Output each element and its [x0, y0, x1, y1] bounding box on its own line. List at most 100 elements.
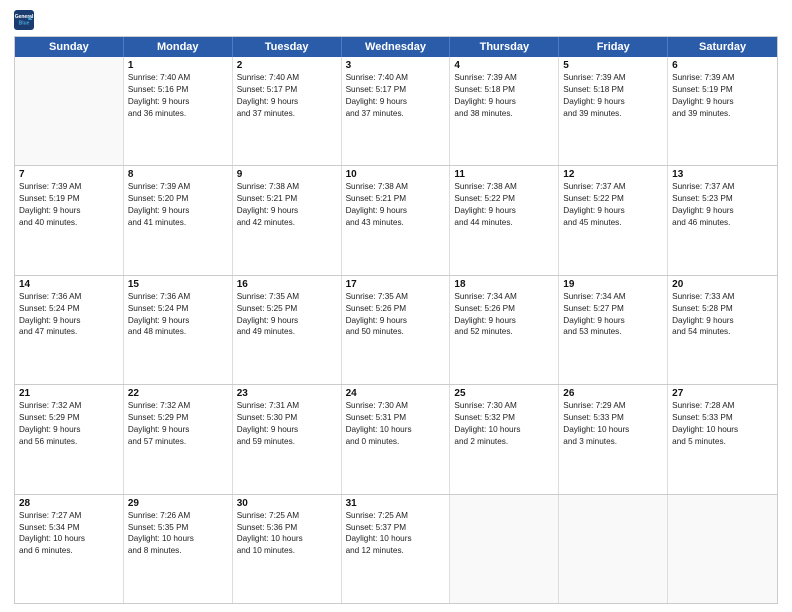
- cal-cell: 4Sunrise: 7:39 AMSunset: 5:18 PMDaylight…: [450, 57, 559, 165]
- cell-line: Daylight: 9 hours: [19, 424, 119, 436]
- cell-line: Sunset: 5:32 PM: [454, 412, 554, 424]
- day-number: 4: [454, 60, 554, 71]
- cell-line: Sunrise: 7:35 AM: [346, 291, 446, 303]
- cell-line: Sunrise: 7:37 AM: [672, 181, 773, 193]
- cell-line: Sunrise: 7:34 AM: [454, 291, 554, 303]
- cell-line: Daylight: 9 hours: [454, 315, 554, 327]
- cell-line: and 12 minutes.: [346, 545, 446, 557]
- cal-cell: 20Sunrise: 7:33 AMSunset: 5:28 PMDayligh…: [668, 276, 777, 384]
- cell-line: Sunrise: 7:38 AM: [237, 181, 337, 193]
- cell-line: Sunset: 5:24 PM: [19, 303, 119, 315]
- cell-line: and 49 minutes.: [237, 326, 337, 338]
- cell-line: Sunset: 5:30 PM: [237, 412, 337, 424]
- cell-line: Sunset: 5:18 PM: [454, 84, 554, 96]
- week-row-5: 28Sunrise: 7:27 AMSunset: 5:34 PM Dayligh…: [15, 495, 777, 603]
- day-number: 10: [346, 169, 446, 180]
- cell-line: Sunset: 5:17 PM: [346, 84, 446, 96]
- cell-line: Sunrise: 7:26 AM: [128, 510, 228, 522]
- cell-line: and 3 minutes.: [563, 436, 663, 448]
- cell-line: and 37 minutes.: [237, 108, 337, 120]
- cell-line: and 8 minutes.: [128, 545, 228, 557]
- cell-line: Daylight: 9 hours: [128, 424, 228, 436]
- cal-cell: 29Sunrise: 7:26 AMSunset: 5:35 PMDayligh…: [124, 495, 233, 603]
- cell-line: Daylight: 9 hours: [563, 96, 663, 108]
- cell-line: Sunrise: 7:29 AM: [563, 400, 663, 412]
- day-number: 27: [672, 388, 773, 399]
- cell-line: Daylight: 9 hours: [346, 96, 446, 108]
- cell-line: and 40 minutes.: [19, 217, 119, 229]
- day-number: 26: [563, 388, 663, 399]
- cell-line: Sunset: 5:23 PM: [672, 193, 773, 205]
- day-number: 18: [454, 279, 554, 290]
- header-cell-monday: Monday: [124, 37, 233, 57]
- cal-cell: 28Sunrise: 7:27 AMSunset: 5:34 PMDayligh…: [15, 495, 124, 603]
- calendar-header: SundayMondayTuesdayWednesdayThursdayFrid…: [15, 37, 777, 57]
- day-number: 28: [19, 498, 119, 509]
- day-number: 21: [19, 388, 119, 399]
- cell-line: and 39 minutes.: [563, 108, 663, 120]
- cell-line: Daylight: 9 hours: [237, 424, 337, 436]
- cell-line: and 46 minutes.: [672, 217, 773, 229]
- cell-line: Sunset: 5:27 PM: [563, 303, 663, 315]
- cell-line: and 54 minutes.: [672, 326, 773, 338]
- cell-line: Sunset: 5:17 PM: [237, 84, 337, 96]
- cell-line: Sunrise: 7:40 AM: [237, 72, 337, 84]
- cal-cell: [559, 495, 668, 603]
- week-row-3: 14Sunrise: 7:36 AMSunset: 5:24 PMDayligh…: [15, 276, 777, 385]
- cell-line: Sunrise: 7:34 AM: [563, 291, 663, 303]
- page: General Blue SundayMondayTuesdayWednesda…: [0, 0, 792, 612]
- cell-line: and 44 minutes.: [454, 217, 554, 229]
- cell-line: Daylight: 9 hours: [346, 315, 446, 327]
- cal-cell: 27Sunrise: 7:28 AMSunset: 5:33 PMDayligh…: [668, 385, 777, 493]
- cal-cell: 13Sunrise: 7:37 AMSunset: 5:23 PMDayligh…: [668, 166, 777, 274]
- cell-line: Sunset: 5:29 PM: [19, 412, 119, 424]
- cell-line: Daylight: 10 hours: [346, 533, 446, 545]
- header-cell-tuesday: Tuesday: [233, 37, 342, 57]
- cell-line: and 5 minutes.: [672, 436, 773, 448]
- cal-cell: 21Sunrise: 7:32 AMSunset: 5:29 PMDayligh…: [15, 385, 124, 493]
- cell-line: Sunrise: 7:39 AM: [128, 181, 228, 193]
- cell-line: Daylight: 9 hours: [454, 205, 554, 217]
- cal-cell: 30Sunrise: 7:25 AMSunset: 5:36 PMDayligh…: [233, 495, 342, 603]
- cell-line: Daylight: 9 hours: [19, 205, 119, 217]
- cell-line: Sunrise: 7:27 AM: [19, 510, 119, 522]
- logo: General Blue: [14, 10, 34, 30]
- cell-line: Sunrise: 7:30 AM: [346, 400, 446, 412]
- cell-line: Sunrise: 7:38 AM: [346, 181, 446, 193]
- cal-cell: 2Sunrise: 7:40 AMSunset: 5:17 PMDaylight…: [233, 57, 342, 165]
- day-number: 15: [128, 279, 228, 290]
- cell-line: Sunset: 5:34 PM: [19, 522, 119, 534]
- cell-line: Sunset: 5:31 PM: [346, 412, 446, 424]
- cell-line: Sunset: 5:29 PM: [128, 412, 228, 424]
- cell-line: Sunrise: 7:35 AM: [237, 291, 337, 303]
- cell-line: Sunrise: 7:38 AM: [454, 181, 554, 193]
- cell-line: and 38 minutes.: [454, 108, 554, 120]
- cell-line: Sunset: 5:21 PM: [346, 193, 446, 205]
- cal-cell: 22Sunrise: 7:32 AMSunset: 5:29 PMDayligh…: [124, 385, 233, 493]
- day-number: 22: [128, 388, 228, 399]
- cal-cell: 16Sunrise: 7:35 AMSunset: 5:25 PMDayligh…: [233, 276, 342, 384]
- cal-cell: 19Sunrise: 7:34 AMSunset: 5:27 PMDayligh…: [559, 276, 668, 384]
- cell-line: and 50 minutes.: [346, 326, 446, 338]
- cell-line: Daylight: 9 hours: [563, 315, 663, 327]
- cal-cell: 3Sunrise: 7:40 AMSunset: 5:17 PMDaylight…: [342, 57, 451, 165]
- cell-line: Daylight: 9 hours: [19, 315, 119, 327]
- cell-line: Sunrise: 7:40 AM: [346, 72, 446, 84]
- cal-cell: 6Sunrise: 7:39 AMSunset: 5:19 PMDaylight…: [668, 57, 777, 165]
- cal-cell: 11Sunrise: 7:38 AMSunset: 5:22 PMDayligh…: [450, 166, 559, 274]
- cell-line: and 53 minutes.: [563, 326, 663, 338]
- cal-cell: [450, 495, 559, 603]
- cell-line: Sunrise: 7:39 AM: [563, 72, 663, 84]
- day-number: 13: [672, 169, 773, 180]
- cal-cell: 9Sunrise: 7:38 AMSunset: 5:21 PMDaylight…: [233, 166, 342, 274]
- cell-line: Sunrise: 7:30 AM: [454, 400, 554, 412]
- cal-cell: 24Sunrise: 7:30 AMSunset: 5:31 PMDayligh…: [342, 385, 451, 493]
- cell-line: Daylight: 10 hours: [672, 424, 773, 436]
- cal-cell: 10Sunrise: 7:38 AMSunset: 5:21 PMDayligh…: [342, 166, 451, 274]
- cell-line: Daylight: 9 hours: [237, 315, 337, 327]
- cell-line: Sunset: 5:19 PM: [19, 193, 119, 205]
- cell-line: Sunset: 5:20 PM: [128, 193, 228, 205]
- cell-line: Daylight: 10 hours: [563, 424, 663, 436]
- cal-cell: 1Sunrise: 7:40 AMSunset: 5:16 PMDaylight…: [124, 57, 233, 165]
- cal-cell: 12Sunrise: 7:37 AMSunset: 5:22 PMDayligh…: [559, 166, 668, 274]
